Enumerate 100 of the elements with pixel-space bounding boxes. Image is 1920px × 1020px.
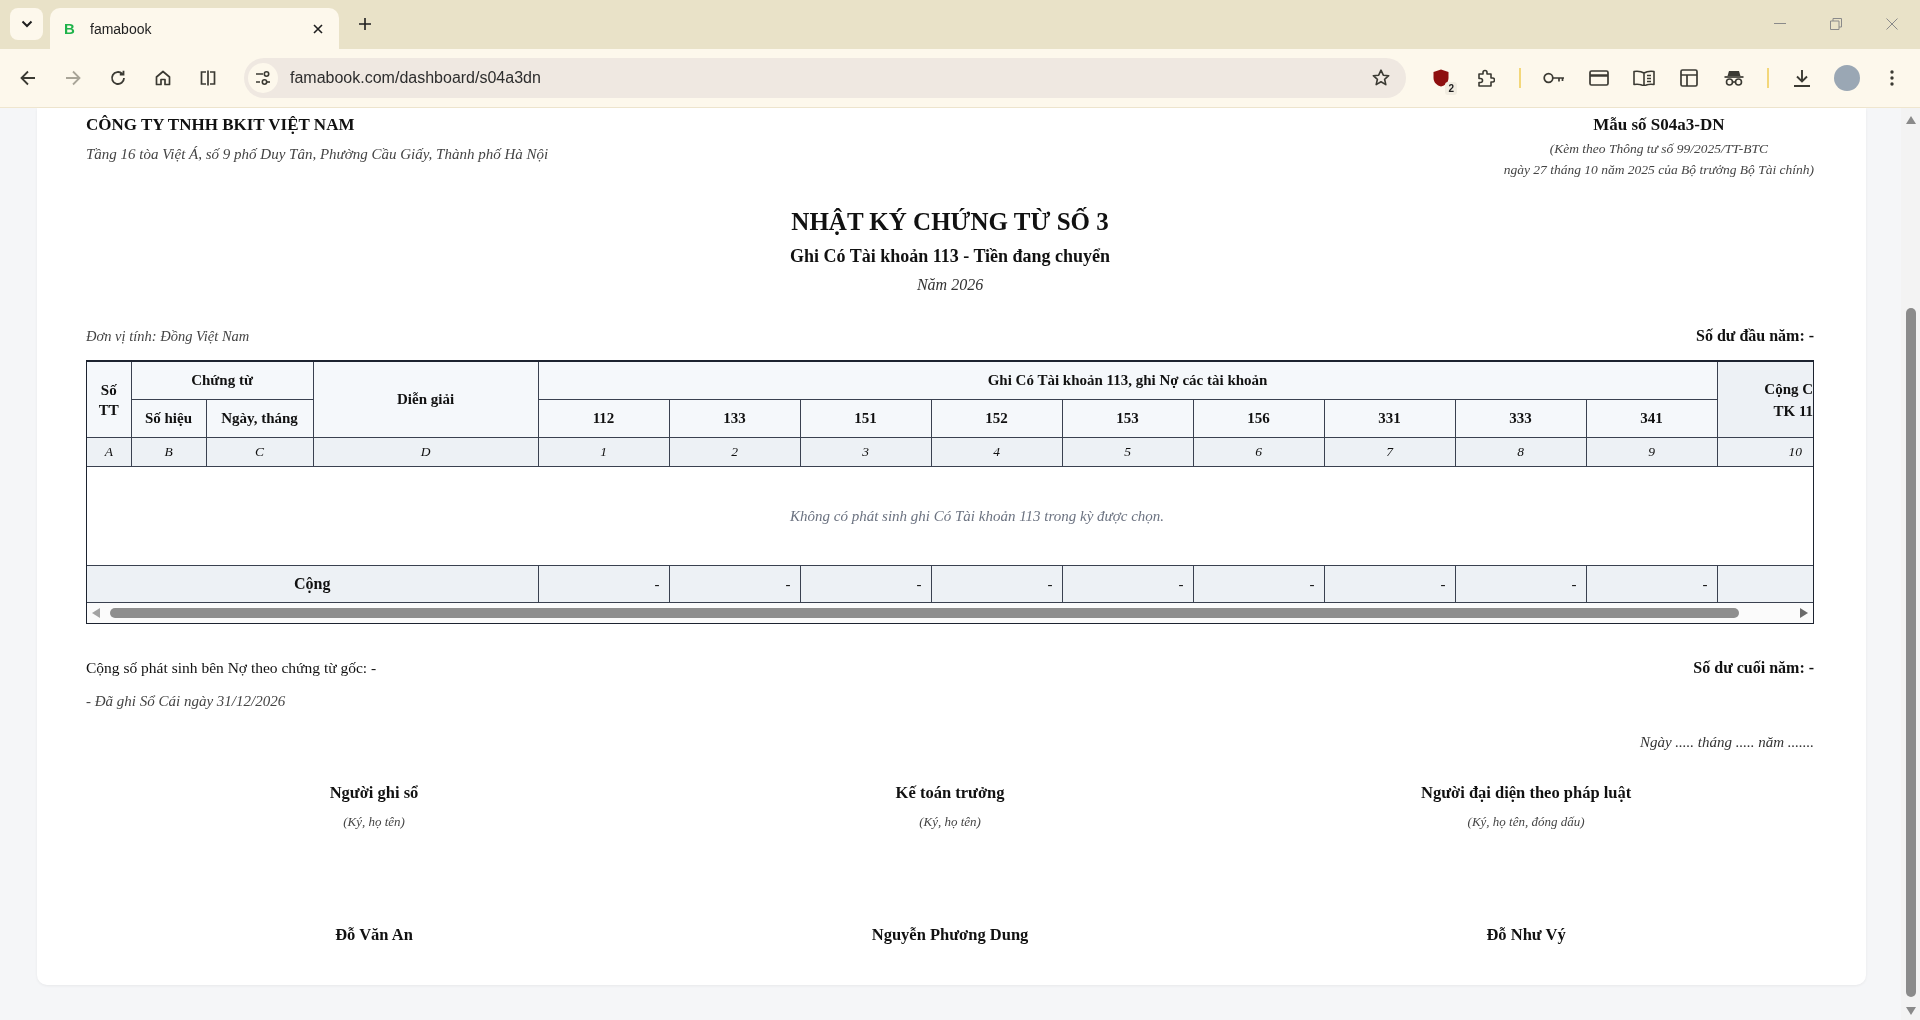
column-letter: 9 [1586, 437, 1718, 467]
incognito-icon [1724, 69, 1744, 87]
column-letter: 7 [1324, 437, 1455, 467]
scroll-down-icon[interactable] [1905, 1007, 1916, 1015]
more-vertical-icon [1890, 70, 1894, 86]
browser-tab[interactable]: B famabook [50, 8, 339, 49]
column-header: Ghi Có Tài khoản 113, ghi Nợ các tài khoản [538, 362, 1718, 400]
column-header: 153 [1062, 399, 1193, 438]
close-icon [313, 23, 323, 34]
company-name: CÔNG TY TNHH BKIT VIỆT NAM [86, 114, 356, 136]
table-cell: - [800, 565, 931, 602]
column-header: Ngày, tháng [206, 399, 313, 438]
puzzle-icon [1477, 69, 1495, 87]
form-reference-note: (Kèm theo Thông tư số 99/2025/TT-BTC ngày 27 tháng 10 năm 2025 của Bộ trưởng Bộ Tài chính) [1503, 140, 1815, 179]
open-book-icon [1633, 70, 1655, 86]
report-subtitle: Ghi Có Tài khoản 113 - Tiền đang chuyển [789, 245, 1112, 268]
scrollbar-thumb[interactable] [110, 608, 1739, 618]
signer-role: Người ghi sổ [329, 782, 419, 804]
table-cell: - [931, 565, 1062, 602]
home-icon [155, 70, 171, 86]
table-cell: - [1586, 565, 1718, 602]
report-title: NHẬT KÝ CHỨNG TỪ SỐ 3 [790, 206, 1110, 237]
table-cell: Cộng [87, 565, 538, 602]
site-logo: B [64, 21, 76, 36]
site-info-icon [248, 63, 278, 93]
table-cell: - [1324, 565, 1455, 602]
extension-button[interactable]: 2 [1423, 60, 1459, 96]
column-letter: 4 [931, 437, 1062, 467]
avatar-icon [1834, 65, 1860, 91]
currency-unit: Đơn vị tính: Đồng Việt Nam [86, 327, 250, 346]
column-header: 333 [1455, 399, 1586, 438]
ledger-note: - Đã ghi Sổ Cái ngày 31/12/2026 [86, 692, 287, 711]
restore-icon [1830, 17, 1842, 30]
table-cell: - [669, 565, 800, 602]
debit-total-text: Cộng số phát sinh bên Nợ theo chứng từ gốc: - [86, 658, 377, 678]
reload-icon [110, 70, 126, 86]
table-cell: - [1455, 565, 1586, 602]
signature-date-line: Ngày ..... tháng ..... năm ....... [1639, 734, 1815, 750]
form-code: Mẫu số S04a3-DN [1592, 114, 1726, 136]
column-header: Cộng C TK 11 [1717, 362, 1814, 438]
signature-hint: (Ký, họ tên, đóng dấu) [1467, 813, 1585, 831]
column-letter: 2 [669, 437, 800, 467]
report-year: Năm 2026 [915, 275, 985, 295]
column-letter: 8 [1455, 437, 1586, 467]
opening-balance: Số dư đầu năm: - [1696, 326, 1815, 346]
star-icon [1372, 69, 1390, 87]
column-letter: 10 [1717, 437, 1814, 467]
address-bar[interactable]: famabook.com/dashboard/s04a3dn [244, 58, 1406, 98]
table-cell: - [1193, 565, 1324, 602]
table-cell: - [1062, 565, 1193, 602]
empty-table-message: Không có phát sinh ghi Có Tài khoản 113 trong kỳ được chọn. [790, 508, 1165, 524]
signer-name: Đỗ Như Vý [1486, 924, 1566, 946]
layout-icon [1680, 69, 1698, 87]
close-icon [1886, 17, 1898, 30]
scroll-right-icon[interactable] [1800, 608, 1809, 618]
signer-name: Nguyễn Phương Dung [871, 924, 1029, 946]
scrollbar-thumb[interactable] [1905, 308, 1916, 997]
scroll-up-icon[interactable] [1905, 116, 1916, 124]
download-icon [1793, 69, 1811, 87]
arrow-right-icon [65, 70, 81, 86]
url-text: famabook.com/dashboard/s04a3dn [290, 69, 541, 87]
notification-badge: 2 [1445, 82, 1457, 95]
column-letter: 5 [1062, 437, 1193, 467]
vertical-scrollbar[interactable] [1901, 108, 1920, 1020]
credit-card-icon [1589, 70, 1609, 86]
column-header: 112 [538, 399, 669, 438]
horizontal-scrollbar[interactable] [87, 602, 1814, 623]
signer-name: Đỗ Văn An [335, 924, 413, 946]
column-letter: 1 [538, 437, 669, 467]
signer-role: Kế toán trưởng [895, 782, 1005, 804]
column-letter: 3 [800, 437, 931, 467]
column-header: 133 [669, 399, 800, 438]
column-header: Số hiệu [131, 399, 206, 438]
signature-hint: (Ký, họ tên) [343, 813, 405, 831]
key-icon [1543, 72, 1565, 84]
column-letter: A [87, 437, 131, 467]
column-letter: 6 [1193, 437, 1324, 467]
signer-role: Người đại diện theo pháp luật [1420, 782, 1632, 804]
column-header: 341 [1586, 399, 1718, 438]
closing-balance: Số dư cuối năm: - [1693, 658, 1815, 678]
column-header: 331 [1324, 399, 1455, 438]
column-letter: C [206, 437, 313, 467]
shield-icon [1433, 69, 1449, 87]
column-letter: B [131, 437, 206, 467]
column-header: 152 [931, 399, 1062, 438]
column-header: Chứng từ [131, 362, 313, 400]
column-letter: D [313, 437, 538, 467]
column-header: Diễn giải [313, 362, 538, 438]
signature-hint: (Ký, họ tên) [919, 813, 981, 831]
column-header: 156 [1193, 399, 1324, 438]
column-header: Số TT [87, 362, 131, 438]
arrow-left-icon [20, 70, 36, 86]
tab-search-button[interactable] [10, 8, 43, 40]
split-view-icon [200, 70, 216, 86]
column-header: 151 [800, 399, 931, 438]
table-cell: - [538, 565, 669, 602]
plus-icon [359, 17, 371, 30]
company-address: Tầng 16 tòa Việt Á, số 9 phố Duy Tân, Phường Cầu Giấy, Thành phố Hà Nội [86, 145, 549, 164]
minimize-icon [1774, 23, 1786, 24]
chevron-down-icon [20, 20, 33, 28]
